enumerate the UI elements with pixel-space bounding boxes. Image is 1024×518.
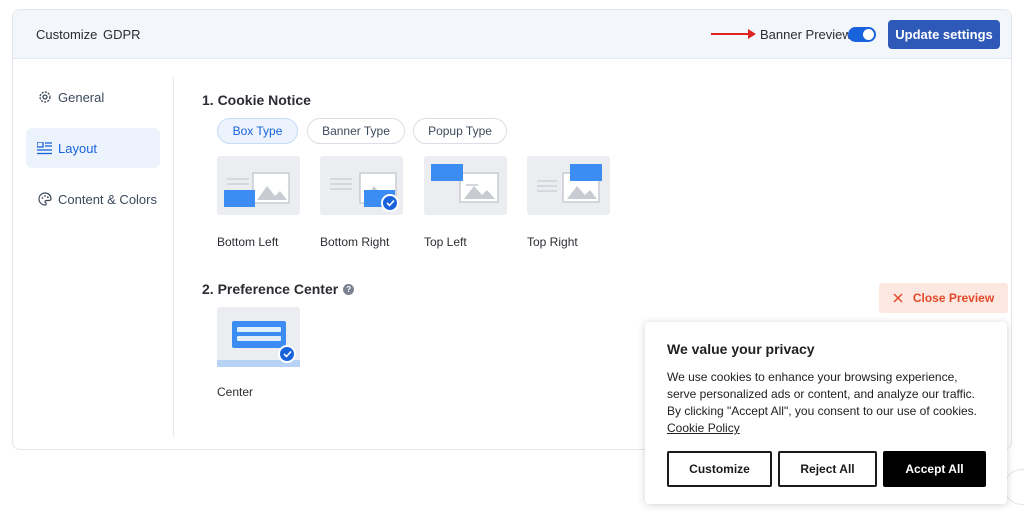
tab-banner-type[interactable]: Banner Type [307,118,405,144]
option-label-bottom-right: Bottom Right [320,235,390,249]
revisit-consent-button[interactable] [1004,469,1024,505]
sidebar-item-label: Content & Colors [58,191,157,207]
cookie-banner: We value your privacy We use cookies to … [645,322,1007,504]
banner-description: We use cookies to enhance your browsing … [667,369,989,437]
sidebar-item-general[interactable]: General [26,77,160,117]
cookie-notice-title: 1. Cookie Notice [202,92,311,108]
close-preview-button[interactable]: Close Preview [879,283,1008,313]
top-left-preview-icon [431,164,499,203]
preference-option-center[interactable] [217,307,300,367]
preference-center-title: 2. Preference Center? [202,281,355,297]
layout-option-bottom-right[interactable] [320,156,403,215]
layout-option-bottom-left[interactable] [217,156,300,215]
sidebar-item-content-colors[interactable]: Content & Colors [26,179,160,219]
breadcrumb-customize[interactable]: Customize [36,27,97,42]
gear-icon [37,90,52,105]
breadcrumb-gdpr: GDPR [103,27,141,42]
option-label-bottom-left: Bottom Left [217,235,279,249]
close-icon [893,293,903,303]
sidebar-item-layout[interactable]: Layout [26,128,160,168]
tab-box-type[interactable]: Box Type [217,118,298,144]
sidebar-item-label: General [58,89,105,105]
top-right-preview-icon [537,164,602,203]
close-preview-label: Close Preview [912,291,995,305]
cookie-policy-link[interactable]: Cookie Policy [667,421,740,435]
bottom-left-preview-icon [224,172,290,207]
accept-all-button[interactable]: Accept All [883,451,986,487]
layout-option-top-right[interactable] [527,156,610,215]
reject-all-button[interactable]: Reject All [778,451,877,487]
customize-button[interactable]: Customize [667,451,772,487]
option-label-top-left: Top Left [424,235,467,249]
preference-center-title-text: 2. Preference Center [202,281,339,297]
selected-check-icon [381,194,399,212]
banner-preview-toggle[interactable] [848,27,876,42]
option-label-center: Center [217,385,254,399]
sidebar-item-label: Layout [58,140,98,156]
banner-description-text: We use cookies to enhance your browsing … [667,370,978,418]
palette-icon [37,192,52,207]
tab-popup-type[interactable]: Popup Type [413,118,507,144]
sidebar-divider [173,77,174,437]
header-bar: Customize GDPR Banner Preview Update set… [13,10,1011,59]
option-label-top-right: Top Right [527,235,578,249]
selected-check-icon [278,345,296,363]
layout-icon [37,141,52,156]
annotation-arrowhead [748,29,756,39]
update-settings-button[interactable]: Update settings [888,20,1000,49]
help-icon[interactable]: ? [343,284,355,295]
banner-title: We value your privacy [667,341,815,357]
toggle-knob [863,29,874,40]
banner-preview-label: Banner Preview [760,27,852,42]
annotation-arrow [711,33,751,35]
layout-option-top-left[interactable] [424,156,507,215]
